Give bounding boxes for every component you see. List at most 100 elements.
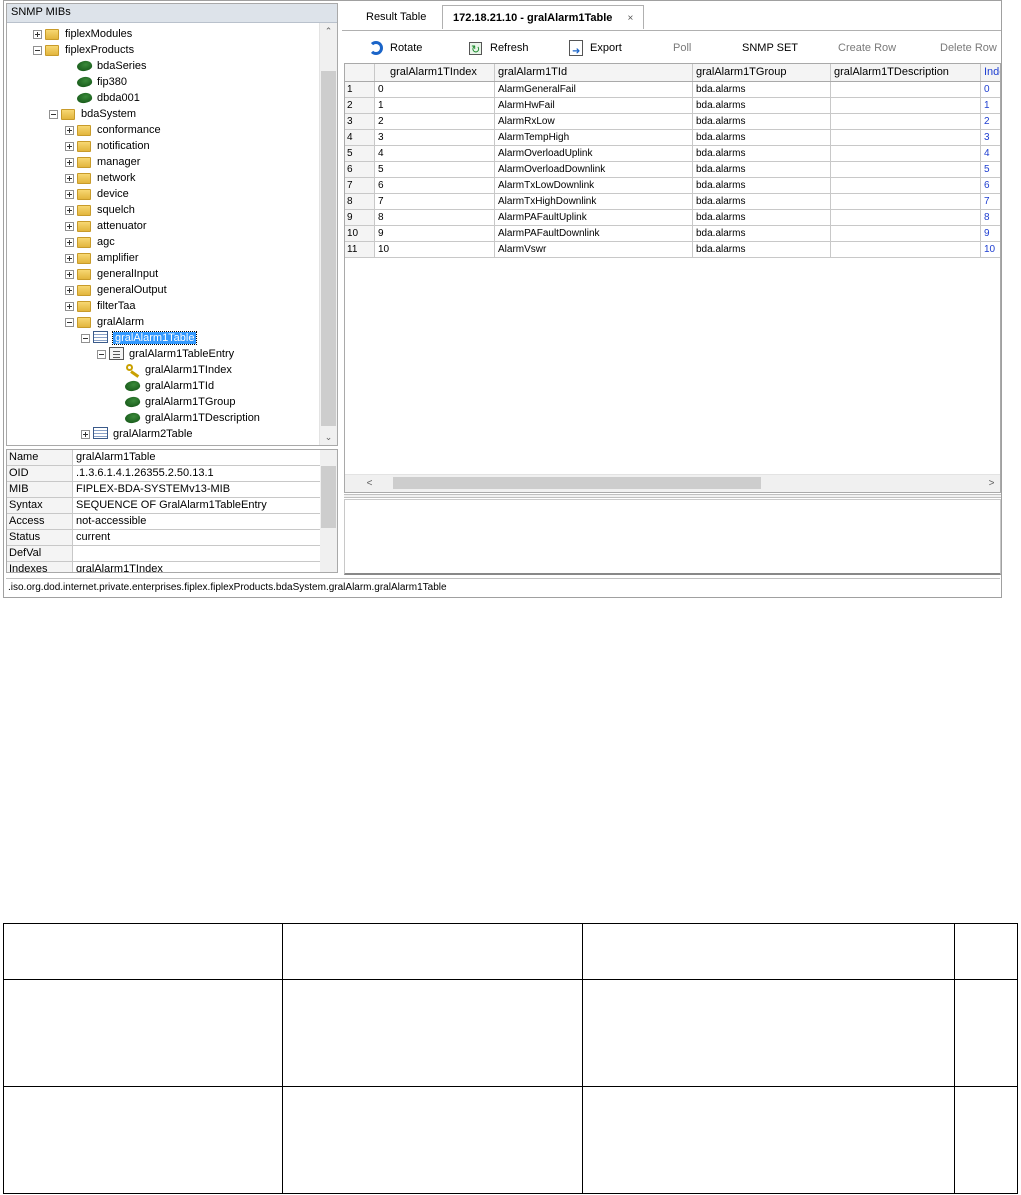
table-cell[interactable]: AlarmVswr [495, 242, 693, 258]
tree-node-label[interactable]: gralAlarm2Table [113, 428, 192, 440]
collapse-icon[interactable] [49, 109, 58, 119]
tree-node-dbda001[interactable]: dbda001 [65, 90, 140, 106]
expand-icon[interactable] [65, 141, 74, 151]
tree-node-label[interactable]: agc [97, 236, 115, 248]
table-cell[interactable]: 1 [981, 98, 1000, 114]
tree-node-agc[interactable]: agc [65, 234, 115, 250]
collapse-icon[interactable] [65, 317, 74, 327]
collapse-icon[interactable] [33, 45, 42, 55]
expand-icon[interactable] [33, 29, 42, 39]
scroll-right-icon[interactable]: > [983, 475, 1000, 492]
tree-node-gralalarm1tgroup[interactable]: gralAlarm1TGroup [113, 394, 235, 410]
table-cell[interactable]: 7 [981, 194, 1000, 210]
table-cell[interactable]: 2 [981, 114, 1000, 130]
expand-icon[interactable] [65, 221, 74, 231]
table-cell[interactable]: 10 [375, 242, 495, 258]
tree-node-label[interactable]: amplifier [97, 252, 139, 264]
property-row[interactable]: MIB FIPLEX-BDA-SYSTEMv13-MIB [7, 482, 320, 498]
tree-node-device[interactable]: device [65, 186, 129, 202]
tree-node-label[interactable]: generalInput [97, 268, 158, 280]
tree-node-label[interactable]: conformance [97, 124, 161, 136]
tree-node-label[interactable]: generalOutput [97, 284, 167, 296]
tree-node-label[interactable]: bdaSystem [81, 108, 136, 120]
table-row[interactable]: 7 6 AlarmTxLowDownlink bda.alarms 6 [345, 178, 1000, 194]
tree-node-notification[interactable]: notification [65, 138, 150, 154]
tree-node-fiplexproducts[interactable]: fiplexProducts [33, 42, 134, 58]
table-cell[interactable] [831, 194, 981, 210]
table-cell[interactable]: bda.alarms [693, 194, 831, 210]
table-cell[interactable]: bda.alarms [693, 210, 831, 226]
property-row[interactable]: OID .1.3.6.1.4.1.26355.2.50.13.1 [7, 466, 320, 482]
expand-icon[interactable] [65, 125, 74, 135]
table-cell[interactable] [831, 130, 981, 146]
scroll-down-icon[interactable]: ⌄ [320, 429, 337, 445]
table-cell[interactable] [831, 242, 981, 258]
row-number-header[interactable] [345, 64, 375, 81]
tab-result-table[interactable]: Result Table [356, 5, 436, 29]
table-cell[interactable]: AlarmPAFaultUplink [495, 210, 693, 226]
tree-node-amplifier[interactable]: amplifier [65, 250, 139, 266]
table-cell[interactable]: AlarmOverloadDownlink [495, 162, 693, 178]
property-row[interactable]: DefVal [7, 546, 320, 562]
table-cell[interactable] [831, 82, 981, 98]
tree-node-bdaseries[interactable]: bdaSeries [65, 58, 147, 74]
tree-node-label[interactable]: dbda001 [97, 92, 140, 104]
table-row[interactable]: 3 2 AlarmRxLow bda.alarms 2 [345, 114, 1000, 130]
expand-icon[interactable] [65, 173, 74, 183]
grid-horizontal-scrollbar[interactable]: < > [345, 474, 1000, 492]
tree-node-gralalarm1tdescription[interactable]: gralAlarm1TDescription [113, 410, 260, 426]
tree-node-label[interactable]: gralAlarm1TGroup [145, 396, 235, 408]
tree-node-gralalarm2table[interactable]: gralAlarm2Table [81, 426, 192, 442]
table-cell[interactable]: 5 [375, 162, 495, 178]
tree-node-filtertaa[interactable]: filterTaa [65, 298, 136, 314]
table-cell[interactable]: bda.alarms [693, 162, 831, 178]
table-cell[interactable] [831, 146, 981, 162]
tree-node-label[interactable]: attenuator [97, 220, 147, 232]
tree-node-conformance[interactable]: conformance [65, 122, 161, 138]
tree-node-label[interactable]: fip380 [97, 76, 127, 88]
column-header[interactable]: gralAlarm1TDescription [831, 64, 981, 81]
table-cell[interactable]: AlarmPAFaultDownlink [495, 226, 693, 242]
table-cell[interactable]: 3 [375, 130, 495, 146]
table-row[interactable]: 6 5 AlarmOverloadDownlink bda.alarms 5 [345, 162, 1000, 178]
tree-node-manager[interactable]: manager [65, 154, 140, 170]
refresh-button[interactable]: Refresh [468, 38, 529, 60]
table-row[interactable]: 1 0 AlarmGeneralFail bda.alarms 0 [345, 82, 1000, 98]
tree-node-network[interactable]: network [65, 170, 136, 186]
delete-row-button[interactable]: Delete Row [940, 38, 997, 58]
column-header[interactable]: Inde [981, 64, 1000, 81]
expand-icon[interactable] [65, 205, 74, 215]
expand-icon[interactable] [65, 285, 74, 295]
tree-node-gralalarm1table[interactable]: gralAlarm1Table [81, 330, 198, 346]
column-header[interactable]: gralAlarm1TId [495, 64, 693, 81]
scrollbar-thumb[interactable] [321, 71, 336, 426]
tree-node-fip380[interactable]: fip380 [65, 74, 127, 90]
table-cell[interactable]: 7 [375, 194, 495, 210]
tree-node-generaloutput[interactable]: generalOutput [65, 282, 167, 298]
export-button[interactable]: Export [568, 38, 622, 62]
property-row[interactable]: Indexes gralAlarm1TIndex [7, 562, 320, 572]
table-cell[interactable]: 9 [375, 226, 495, 242]
table-cell[interactable]: bda.alarms [693, 98, 831, 114]
table-cell[interactable] [831, 210, 981, 226]
tree-node-label[interactable]: squelch [97, 204, 135, 216]
table-cell[interactable]: bda.alarms [693, 178, 831, 194]
table-cell[interactable]: 0 [981, 82, 1000, 98]
table-cell[interactable]: AlarmHwFail [495, 98, 693, 114]
tree-node-bdasystem[interactable]: bdaSystem [49, 106, 136, 122]
tree-node-gralalarm[interactable]: gralAlarm [65, 314, 144, 330]
table-cell[interactable]: bda.alarms [693, 130, 831, 146]
scrollbar-thumb[interactable] [393, 477, 761, 489]
table-cell[interactable]: 4 [375, 146, 495, 162]
tree-node-label[interactable]: bdaSeries [97, 60, 147, 72]
table-cell[interactable]: AlarmOverloadUplink [495, 146, 693, 162]
create-row-button[interactable]: Create Row [838, 38, 896, 58]
collapse-icon[interactable] [97, 349, 106, 359]
property-row[interactable]: Syntax SEQUENCE OF GralAlarm1TableEntry [7, 498, 320, 514]
table-cell[interactable]: AlarmTempHigh [495, 130, 693, 146]
table-cell[interactable]: 8 [981, 210, 1000, 226]
table-row[interactable]: 5 4 AlarmOverloadUplink bda.alarms 4 [345, 146, 1000, 162]
expand-icon[interactable] [65, 301, 74, 311]
table-cell[interactable] [831, 226, 981, 242]
table-cell[interactable]: bda.alarms [693, 242, 831, 258]
